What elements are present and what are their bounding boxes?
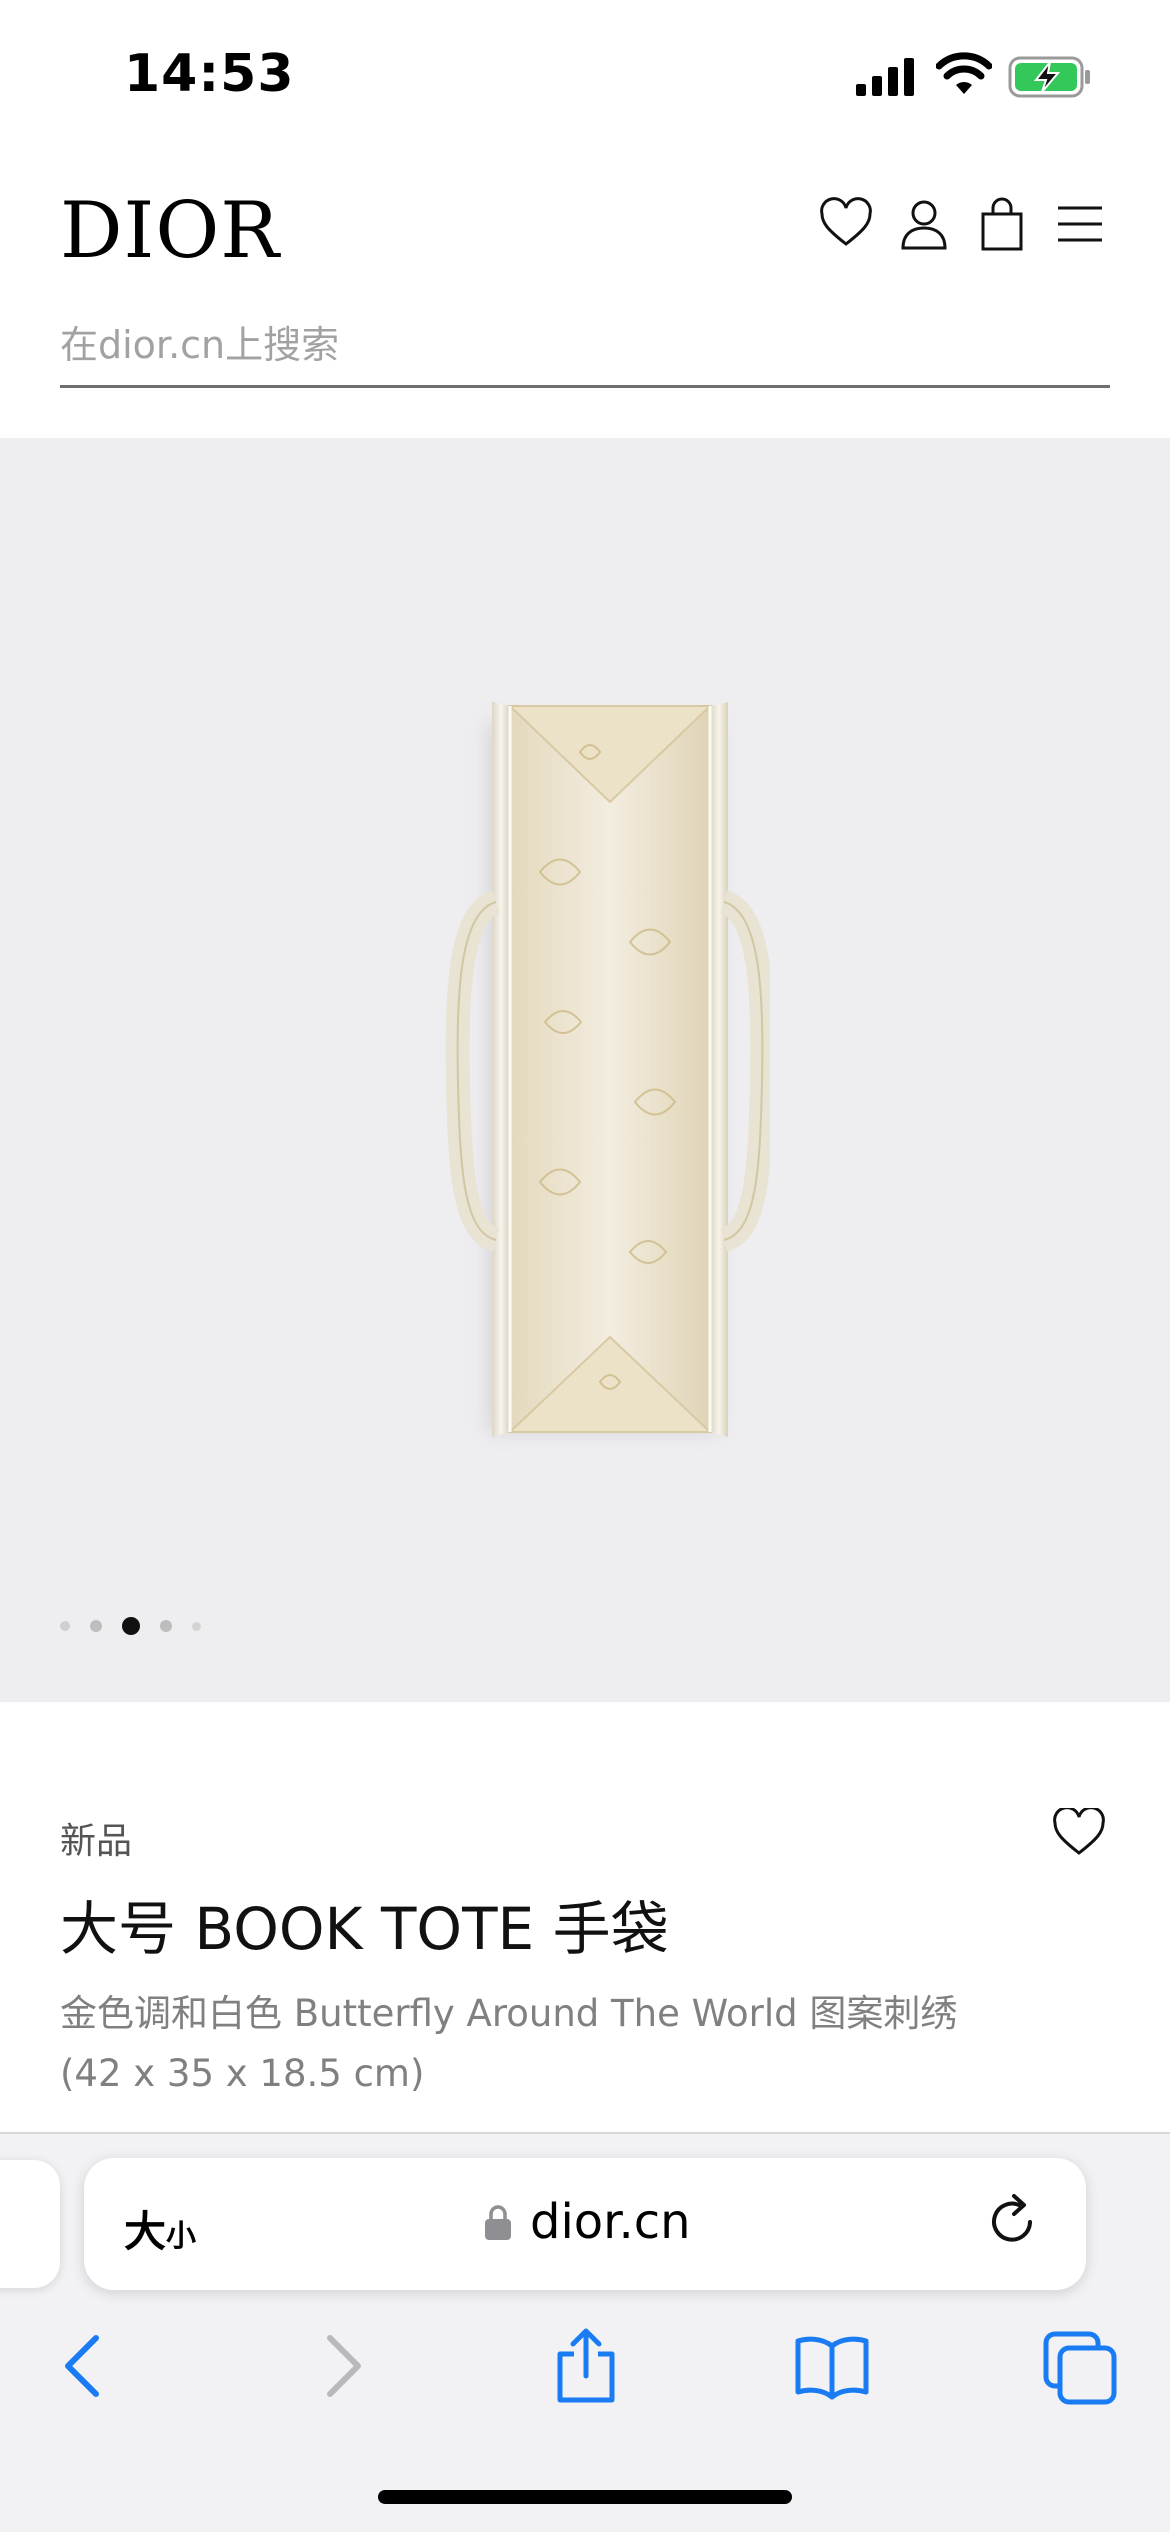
url-display[interactable]: dior.cn	[484, 2192, 691, 2252]
search-input[interactable]: 在dior.cn上搜索	[60, 304, 1110, 388]
wifi-icon	[936, 52, 992, 94]
product-title: 大号 BOOK TOTE 手袋	[60, 1895, 669, 1963]
menu-icon[interactable]	[1052, 196, 1108, 252]
search-placeholder: 在dior.cn上搜索	[60, 323, 340, 367]
back-icon[interactable]	[46, 2326, 126, 2406]
carousel-dot-active[interactable]	[122, 1617, 140, 1635]
lock-icon	[485, 2205, 511, 2240]
home-indicator[interactable]	[378, 2490, 792, 2504]
forward-icon[interactable]	[300, 2326, 380, 2406]
carousel-dot[interactable]	[160, 1620, 172, 1632]
product-description: 金色调和白色 Butterfly Around The World 图案刺绣 (…	[60, 1984, 1060, 2104]
cellular-signal-icon	[856, 58, 914, 96]
dior-logo[interactable]: DIOR	[60, 186, 280, 276]
text-size-big: 大	[124, 2207, 167, 2256]
product-info: 新品 大号 BOOK TOTE 手袋 金色调和白色 Butterfly Arou…	[0, 1702, 1170, 2132]
share-icon[interactable]	[546, 2326, 626, 2406]
wishlist-heart-icon[interactable]	[818, 196, 874, 252]
browser-bottom-bar: 大小 dior.cn	[0, 2132, 1170, 2532]
product-description-line: 金色调和白色 Butterfly Around The World 图案刺绣	[60, 1992, 958, 2035]
bookmarks-icon[interactable]	[792, 2326, 872, 2406]
add-to-wishlist-heart-icon[interactable]	[1052, 1808, 1106, 1858]
url-text: dior.cn	[530, 2194, 691, 2250]
tote-bag-image	[445, 702, 770, 1437]
product-image-carousel[interactable]	[0, 438, 1170, 1702]
carousel-dot[interactable]	[192, 1621, 201, 1631]
previous-tab-card[interactable]	[0, 2160, 60, 2288]
carousel-pagination	[60, 1616, 201, 1636]
carousel-dot[interactable]	[60, 1621, 70, 1631]
text-size-button[interactable]: 大小	[124, 2198, 196, 2259]
address-bar[interactable]: 大小 dior.cn	[84, 2158, 1086, 2290]
battery-charging-icon	[1008, 56, 1090, 98]
site-header: DIOR 在dior.cn上搜索	[0, 150, 1170, 438]
account-icon[interactable]	[896, 196, 952, 252]
carousel-dot[interactable]	[90, 1620, 102, 1632]
text-size-small: 小	[166, 2219, 197, 2254]
product-dimensions: (42 x 35 x 18.5 cm)	[60, 2052, 425, 2095]
shopping-bag-icon[interactable]	[974, 196, 1030, 252]
tabs-icon[interactable]	[1040, 2326, 1120, 2406]
status-bar: 14:53	[0, 0, 1170, 150]
new-badge: 新品	[60, 1821, 133, 1862]
status-time: 14:53	[124, 44, 295, 104]
screen: 14:53 DIOR 在dior.cn上搜索 新品 大号 BOOK TOTE 手…	[0, 0, 1170, 2532]
reload-icon[interactable]	[984, 2192, 1044, 2252]
